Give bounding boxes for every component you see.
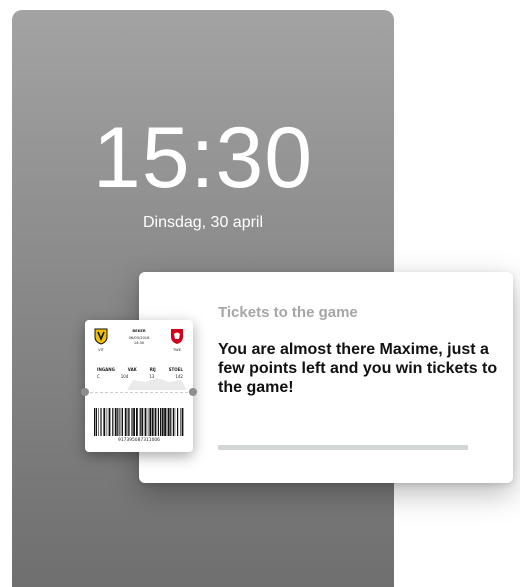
seat-header: VAK	[127, 367, 137, 372]
notification-card[interactable]: Tickets to the game You are almost there…	[139, 272, 513, 483]
barcode-bar	[167, 408, 170, 436]
barcode-bar	[103, 408, 106, 436]
barcode-bar	[174, 408, 176, 436]
progress-bar	[218, 445, 468, 450]
seat-value: 13	[149, 374, 155, 379]
barcode-bar	[106, 408, 108, 436]
lockscreen-date: Dinsdag, 30 april	[142, 214, 264, 231]
ticket-datetime: 06/05/2018 14:30	[115, 336, 163, 346]
barcode-bar	[131, 408, 133, 436]
vitesse-crest-icon	[94, 328, 108, 345]
barcode-bar	[120, 408, 122, 436]
barcode-bar	[133, 408, 135, 436]
notification-title: Tickets to the game	[218, 304, 358, 321]
seat-value: 104	[120, 374, 129, 379]
barcode-bar	[124, 408, 127, 436]
ticket-notch	[189, 388, 197, 396]
barcode-bar	[100, 408, 102, 436]
seat-header: STOEL	[168, 367, 183, 372]
barcode-bar	[139, 408, 141, 436]
seat-value: 142	[175, 374, 183, 379]
barcode-bar	[170, 408, 172, 436]
barcode-bar	[108, 408, 111, 436]
barcode-bar	[121, 408, 123, 436]
barcode-bar	[166, 408, 168, 436]
seat-header: INGANG	[97, 367, 115, 372]
barcode-bar	[181, 408, 184, 436]
barcode-bar	[160, 408, 162, 436]
lockscreen-clock: 15:30	[92, 110, 314, 206]
barcode-bar	[141, 408, 144, 436]
seat-value: C	[97, 374, 100, 379]
barcode-bar	[98, 408, 99, 436]
barcode-bar	[119, 408, 120, 436]
barcode-bar	[172, 408, 174, 436]
barcode-bar	[94, 408, 96, 436]
ticket-time: 14:30	[133, 341, 145, 345]
barcode-bar	[151, 408, 154, 436]
barcode-bar	[129, 408, 130, 436]
barcode-bar	[149, 408, 152, 436]
barcode-bar	[117, 408, 119, 436]
ticket-notch	[81, 388, 89, 396]
ticket-team-left: VIT	[98, 348, 104, 352]
barcode-bar	[164, 408, 166, 436]
ticket-perforation	[85, 392, 193, 393]
barcode-bar	[161, 408, 164, 436]
barcode-bar	[154, 408, 157, 436]
ticket-team-right: TWE	[172, 348, 182, 352]
notification-body: You are almost there Maxime, just a few …	[218, 341, 498, 396]
barcode-bar	[95, 408, 97, 436]
barcode-bar	[136, 408, 138, 436]
barcode	[94, 408, 184, 436]
ticket-image: BEKER 06/05/2018 14:30 VIT TWE INGANG VA…	[81, 320, 197, 452]
barcode-bar	[180, 408, 181, 436]
barcode-bar	[127, 408, 129, 436]
ticket-header: BEKER	[132, 329, 146, 333]
barcode-bar	[114, 408, 117, 436]
ticket-seat-info: INGANG VAK RIJ STOEL C 104 13 142	[97, 367, 183, 379]
barcode-number: 917395087311006	[118, 438, 160, 443]
seat-header: RIJ	[149, 367, 156, 372]
barcode-bar	[177, 408, 179, 436]
barcode-bar	[147, 408, 149, 436]
barcode-bar	[144, 408, 147, 436]
barcode-bar	[112, 408, 114, 436]
barcode-bar	[157, 408, 159, 436]
twente-crest-icon	[171, 329, 183, 344]
